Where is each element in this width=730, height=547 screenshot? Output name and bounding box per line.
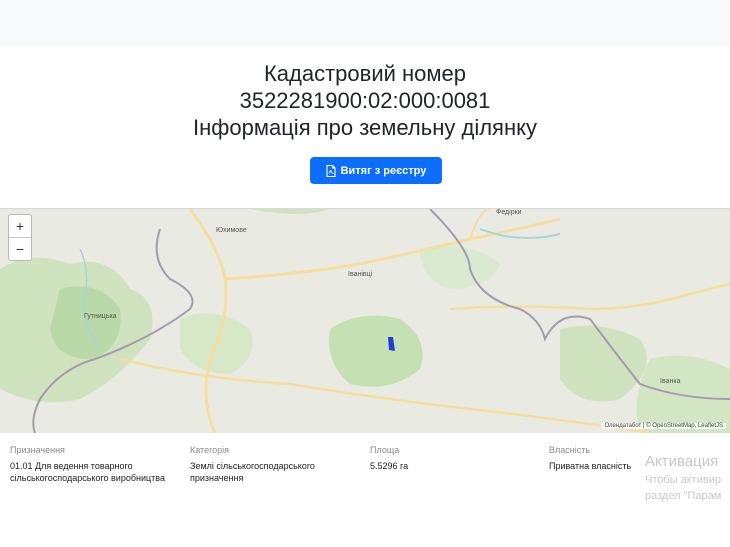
place-label-yukymove: Юхимове — [216, 227, 247, 234]
page-header: Кадастровий номер 3522281900:02:000:0081… — [0, 60, 730, 141]
area-value: 5.5296 га — [370, 461, 409, 471]
cadastral-number: 3522281900:02:000:0081 — [239, 88, 491, 113]
map-tiles — [0, 209, 730, 433]
area-column: Площа 5.5296 га — [370, 444, 520, 472]
area-label: Площа — [370, 445, 400, 455]
purpose-value: 01.01 Для ведення товарного сільськогосп… — [10, 461, 165, 483]
place-label-ivanka: Іванка — [660, 378, 681, 385]
parcel-map[interactable]: Федірки Юхимове Іванівці Гутницька Іванк… — [0, 208, 730, 433]
watermark-line1: Чтобы активир — [645, 474, 721, 486]
registry-extract-label: Витяг з реєстру — [340, 164, 427, 177]
ownership-value: Приватна власність — [549, 461, 632, 471]
category-label: Категорія — [190, 445, 230, 455]
zoom-in-button[interactable]: + — [9, 215, 31, 237]
place-label-hutnytska: Гутницька — [84, 313, 117, 320]
cadastral-title: Кадастровий номер — [263, 61, 467, 86]
registry-extract-button[interactable]: Витяг з реєстру — [310, 157, 442, 184]
purpose-label: Призначення — [10, 445, 65, 455]
category-value: Землі сільськогосподарського призначення — [190, 461, 315, 483]
ownership-label: Власність — [549, 445, 591, 455]
forest-area — [636, 355, 730, 433]
map-attribution[interactable]: Олендатабот | © OpenStreetMap, LeafletJS — [601, 423, 726, 429]
watermark-line2: раздел "Парам — [645, 490, 722, 502]
zoom-out-button[interactable]: − — [9, 237, 31, 260]
category-column: Категорія Землі сільськогосподарського п… — [190, 444, 350, 484]
page-subtitle: Інформація про земельну ділянку — [193, 115, 537, 140]
place-label-fedorky: Федірки — [496, 209, 522, 216]
zoom-control: + − — [8, 214, 32, 261]
forest-area — [329, 315, 423, 387]
parcel-info: Призначення 01.01 Для ведення товарного … — [0, 440, 730, 500]
activation-watermark: Активация Чтобы активир раздел "Парам — [645, 452, 721, 504]
top-band — [0, 0, 730, 46]
place-label-ivanivtsi: Іванівці — [348, 271, 373, 278]
purpose-column: Призначення 01.01 Для ведення товарного … — [10, 444, 180, 484]
watermark-title: Активация — [645, 453, 719, 470]
ownership-column: Власність Приватна власність — [549, 444, 649, 472]
file-pdf-icon — [326, 164, 336, 177]
